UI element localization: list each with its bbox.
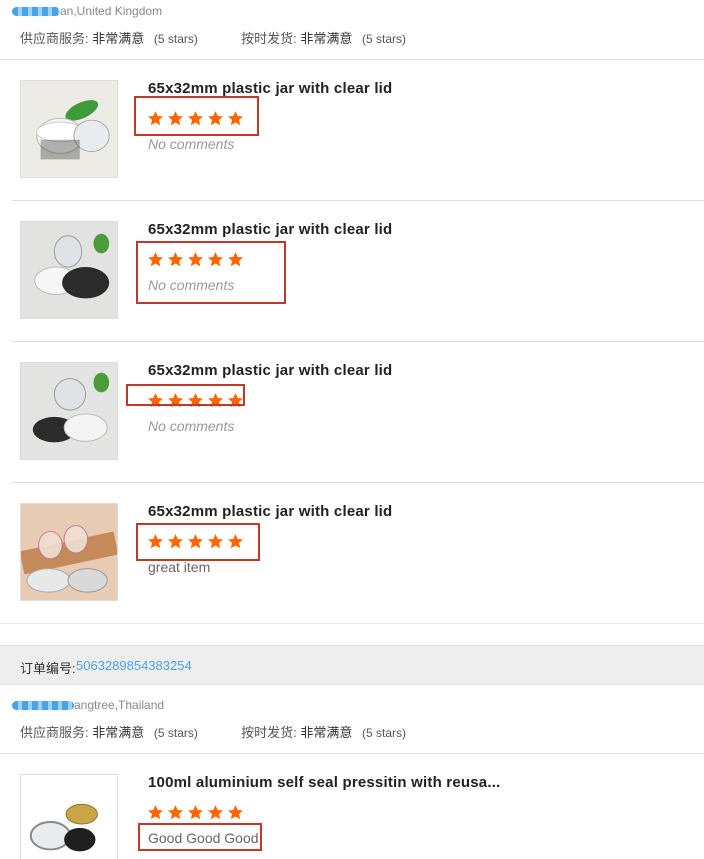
redacted-name <box>12 701 74 711</box>
annotation-box <box>126 384 245 406</box>
jar-lids-image[interactable] <box>20 221 118 319</box>
jar-wood-tray-image[interactable] <box>20 503 118 601</box>
divider <box>0 623 704 624</box>
review-comment: No comments <box>148 418 235 434</box>
review-comment: great item <box>148 559 211 575</box>
item-title[interactable]: 65x32mm plastic jar with clear lid <box>148 362 392 379</box>
supplier-service-label: 供应商服务: <box>20 725 89 740</box>
review-item: 65x32mm plastic jar with clear lid great… <box>0 483 704 623</box>
shop-ratings: 供应商服务: 非常满意 (5 stars) 按时发货: 非常满意 (5 star… <box>20 28 406 47</box>
order-number-label: 订单编号: <box>20 661 76 676</box>
tin-can-image[interactable] <box>20 774 118 859</box>
item-title[interactable]: 65x32mm plastic jar with clear lid <box>148 80 392 97</box>
annotation-box <box>134 96 259 136</box>
on-time-stars: (5 stars) <box>362 726 407 740</box>
review-comment: No comments <box>148 136 235 152</box>
on-time-value: 非常满意 <box>300 31 353 46</box>
supplier-service-stars: (5 stars) <box>153 726 198 740</box>
item-title[interactable]: 65x32mm plastic jar with clear lid <box>148 221 392 238</box>
star-icon <box>227 804 244 821</box>
annotation-box <box>136 241 286 304</box>
item-title[interactable]: 100ml aluminium self seal pressitin with… <box>148 774 500 791</box>
star-icon <box>187 804 204 821</box>
shop-ratings: 供应商服务: 非常满意 (5 stars) 按时发货: 非常满意 (5 star… <box>20 722 406 741</box>
supplier-service-stars: (5 stars) <box>153 32 198 46</box>
review-item: 65x32mm plastic jar with clear lid No co… <box>0 60 704 200</box>
star-icon <box>207 804 224 821</box>
star-icon <box>147 804 164 821</box>
star-icon <box>167 804 184 821</box>
on-time-stars: (5 stars) <box>362 32 407 46</box>
plastic-jar-leaf-image[interactable] <box>20 80 118 178</box>
reviewer-location: an,United Kingdom <box>12 4 162 18</box>
on-time-label: 按时发货: <box>241 725 297 740</box>
supplier-service-label: 供应商服务: <box>20 31 89 46</box>
review-item: 65x32mm plastic jar with clear lid No co… <box>0 342 704 482</box>
annotation-box <box>136 523 260 561</box>
redacted-name <box>12 7 60 17</box>
review-item: 100ml aluminium self seal pressitin with… <box>0 754 704 859</box>
order-number-link[interactable]: 5063289854383254 <box>76 658 192 673</box>
supplier-service-value: 非常满意 <box>92 31 145 46</box>
review-item: 65x32mm plastic jar with clear lid No co… <box>0 201 704 341</box>
annotation-box <box>138 823 262 851</box>
reviewer-location: angtree,Thailand <box>12 698 164 712</box>
jar-lids-image[interactable] <box>20 362 118 460</box>
order-bar: 订单编号: 5063289854383254 <box>0 645 704 685</box>
on-time-value: 非常满意 <box>300 725 353 740</box>
star-rating <box>147 804 244 821</box>
item-title[interactable]: 65x32mm plastic jar with clear lid <box>148 503 392 520</box>
supplier-service-value: 非常满意 <box>92 725 145 740</box>
on-time-label: 按时发货: <box>241 31 297 46</box>
